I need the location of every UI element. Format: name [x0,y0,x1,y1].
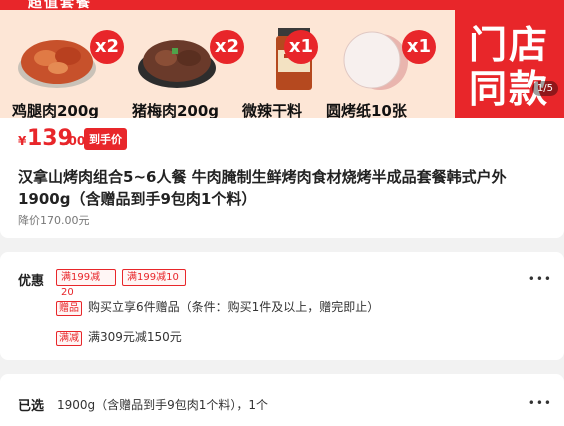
coupon-tag[interactable]: 满199减20 [56,269,116,298]
banner-item-label: 猪梅肉200g [132,102,220,118]
product-title: 汉拿山烤肉组合5~6人餐 牛肉腌制生鲜烤肉食材烧烤半成品套餐韩式户外1900g（… [18,168,507,208]
more-options-icon[interactable]: ••• [528,272,552,286]
pork-meat-icon [138,40,216,88]
discount-tag: 满减 [56,331,82,346]
banner-item-paper: x1 圆烤纸10张 [326,24,446,118]
quantity-badge: x1 [284,30,318,64]
quantity-badge: x2 [210,30,244,64]
price-panel: ¥ 139 .00 到手价 汉拿山烤肉组合5~6人餐 牛肉腌制生鲜烤肉食材烧烤半… [0,118,564,238]
promotion-label: 优惠 [18,274,45,289]
quantity-badge: x2 [90,30,124,64]
gift-promo-row: 赠品 购买立享6件赠品（条件：购买1件及以上，赠完即止） [56,298,379,316]
coupon-tag[interactable]: 满199减10 [122,269,186,286]
marinated-chicken-icon [18,40,96,88]
banner-item-label: 圆烤纸10张 [326,102,407,118]
price-decimal: .00 [64,134,86,148]
store-text-line1: 门店 [469,23,550,67]
discount-promo-row: 满减 满309元减150元 [56,328,182,346]
banner-item-label: 鸡腿肉200g [12,102,100,118]
discount-promo-text: 满309元减150元 [88,330,182,344]
banner-item-pork: x2 猪梅肉200g [126,24,246,118]
price-currency: ¥ [18,134,27,148]
banner-item-label: 微辣干料 [242,102,303,118]
quantity-badge: x1 [402,30,436,64]
banner-top-bar: 超值套餐 [0,0,564,11]
more-options-icon[interactable]: ••• [528,396,552,410]
store-same-style-badge: 门店 同款 [455,10,564,118]
price-drop-text: 降价170.00元 [18,214,90,227]
final-price-badge: 到手价 [84,128,127,150]
selected-spec-panel[interactable]: 已选 1900g（含赠品到手9包肉1个料），1个 ••• [0,374,564,426]
banner-items-strip: x2 鸡腿肉200g x2 猪梅肉200g x1 微辣干料 x1 圆烤纸10张 [0,10,455,118]
banner-item-chicken: x2 鸡腿肉200g [6,24,126,118]
gift-promo-text: 购买立享6件赠品（条件：购买1件及以上，赠完即止） [88,300,380,314]
selected-label: 已选 [18,399,45,414]
promotion-panel[interactable]: 优惠 满199减20 满199减10 ••• 赠品 购买立享6件赠品（条件：购买1… [0,252,564,360]
gift-tag: 赠品 [56,301,82,316]
carousel-page-indicator: 1/5 [531,81,558,96]
product-image-carousel[interactable]: 超值套餐 x2 鸡腿肉200g x2 猪梅肉200g x1 微辣干料 x1 圆烤… [0,0,564,118]
selected-spec-value: 1900g（含赠品到手9包肉1个料），1个 [57,398,269,412]
